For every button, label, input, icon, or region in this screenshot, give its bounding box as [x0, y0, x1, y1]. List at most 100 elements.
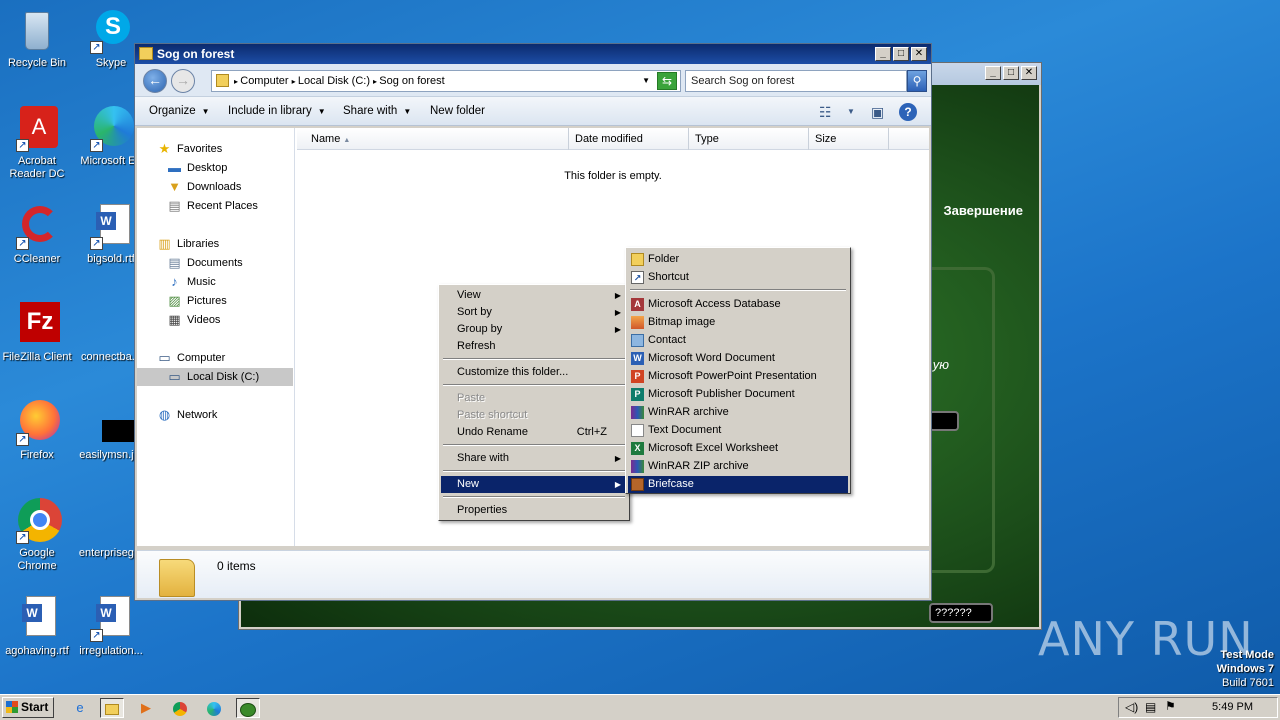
pictures-icon: ▨ — [168, 293, 181, 308]
submenu-arrow-icon: ▶ — [614, 454, 621, 463]
chevron-down-icon[interactable]: ▼ — [642, 71, 650, 91]
menu-refresh[interactable]: Refresh — [441, 338, 627, 355]
breadcrumb-current[interactable]: Sog on forest — [379, 75, 444, 87]
menu-share-with[interactable]: Share with ▶ — [441, 450, 627, 467]
close-icon[interactable]: ✕ — [911, 47, 927, 61]
new-word-document-item[interactable]: W Microsoft Word Document — [628, 350, 848, 367]
contact-icon — [631, 334, 644, 347]
column-name[interactable]: Name ▲ — [305, 128, 569, 150]
address-bar[interactable]: ▸ Computer ▸ Local Disk (C:) ▸ Sog on fo… — [211, 70, 681, 92]
new-folder-item[interactable]: Folder — [628, 251, 848, 268]
desktop-icon-filezilla[interactable]: Fz FileZilla Client — [0, 302, 74, 364]
address-bar-area: ← → ▸ Computer ▸ Local Disk (C:) ▸ Sog o… — [135, 64, 931, 96]
view-options-icon[interactable]: ☷ — [819, 104, 832, 121]
ccleaner-icon: ↗ — [14, 204, 60, 250]
new-briefcase-item[interactable]: Briefcase — [628, 476, 848, 493]
organize-button[interactable]: Organize ▼ — [149, 97, 210, 127]
nav-recent-places[interactable]: ▤ Recent Places — [167, 197, 258, 215]
recent-places-icon: ▤ — [168, 198, 181, 213]
breadcrumb-computer[interactable]: Computer — [240, 75, 288, 87]
menu-undo-rename[interactable]: Undo Rename Ctrl+Z — [441, 424, 627, 441]
nav-local-disk[interactable]: ▭ Local Disk (C:) — [137, 368, 293, 386]
chrome-icon[interactable] — [168, 698, 192, 718]
desktop-icon-irregulation[interactable]: W ↗ irregulation... — [74, 596, 148, 658]
new-folder-button[interactable]: New folder — [430, 97, 485, 127]
empty-folder-message: This folder is empty. — [564, 170, 662, 182]
nav-documents[interactable]: ▤ Documents — [167, 254, 242, 272]
new-bitmap-image-item[interactable]: Bitmap image — [628, 314, 848, 331]
network-tray-icon[interactable]: ▤ — [1145, 700, 1156, 714]
desktop-icon-firefox[interactable]: ↗ Firefox — [0, 400, 74, 462]
background-field[interactable] — [929, 411, 959, 431]
menu-new[interactable]: New ▶ — [441, 476, 627, 493]
item-count: 0 items — [217, 559, 256, 573]
menu-properties[interactable]: Properties — [441, 502, 627, 519]
new-publisher-item[interactable]: P Microsoft Publisher Document — [628, 386, 848, 403]
nav-videos[interactable]: ▦ Videos — [167, 311, 220, 329]
clock[interactable]: 5:49 PM — [1212, 701, 1253, 713]
nav-network[interactable]: ◍ Network — [157, 406, 218, 424]
close-icon[interactable]: ✕ — [1021, 66, 1037, 80]
background-field-2[interactable]: ?????? — [929, 603, 993, 623]
preview-pane-icon[interactable]: ▣ — [871, 104, 884, 121]
nav-favorites[interactable]: ★ Favorites — [157, 140, 223, 158]
new-winrar-zip-item[interactable]: WinRAR ZIP archive — [628, 458, 848, 475]
desktop-icon-chrome[interactable]: ↗ Google Chrome — [0, 498, 74, 573]
forward-button[interactable]: → — [171, 69, 195, 93]
nav-libraries[interactable]: ▥ Libraries — [157, 235, 219, 253]
search-icon[interactable]: ⚲ — [907, 70, 927, 92]
include-in-library-button[interactable]: Include in library ▼ — [228, 97, 326, 127]
new-shortcut-item[interactable]: ↗ Shortcut — [628, 269, 848, 286]
command-bar: Organize ▼ Include in library ▼ Share with… — [135, 96, 931, 126]
computer-icon: ▭ — [158, 350, 171, 365]
desktop-icon-agohaving[interactable]: W agohaving.rtf — [0, 596, 74, 658]
ie-icon[interactable]: e — [68, 698, 92, 718]
new-access-database-item[interactable]: A Microsoft Access Database — [628, 296, 848, 313]
refresh-icon[interactable]: ⇆ — [657, 72, 677, 90]
maximize-icon[interactable]: □ — [1003, 66, 1019, 80]
nav-music[interactable]: ♪ Music — [167, 273, 215, 291]
desktop-icon-acrobat[interactable]: A ↗ Acrobat Reader DC — [0, 106, 74, 181]
menu-customize-folder[interactable]: Customize this folder... — [441, 364, 627, 381]
folder-icon — [216, 74, 229, 87]
star-icon: ★ — [158, 141, 171, 156]
new-contact-item[interactable]: Contact — [628, 332, 848, 349]
share-with-button[interactable]: Share with ▼ — [343, 97, 411, 127]
new-powerpoint-item[interactable]: P Microsoft PowerPoint Presentation — [628, 368, 848, 385]
column-type[interactable]: Type — [689, 128, 809, 150]
new-excel-worksheet-item[interactable]: X Microsoft Excel Worksheet — [628, 440, 848, 457]
volume-icon[interactable]: ◁) — [1125, 700, 1138, 714]
minimize-icon[interactable]: _ — [985, 66, 1001, 80]
word-doc-icon: W — [14, 596, 60, 642]
media-player-icon[interactable]: ▶ — [134, 698, 158, 718]
background-app-taskbar-icon[interactable] — [236, 698, 260, 718]
new-winrar-archive-item[interactable]: WinRAR archive — [628, 404, 848, 421]
desktop-icon-recycle-bin[interactable]: Recycle Bin — [0, 8, 74, 70]
edge-icon[interactable] — [202, 698, 226, 718]
word-doc-icon: W ↗ — [88, 596, 134, 642]
new-submenu: Folder ↗ Shortcut A Microsoft Access Datab… — [625, 247, 851, 494]
nav-computer[interactable]: ▭ Computer — [157, 349, 225, 367]
nav-downloads[interactable]: ▼ Downloads — [167, 178, 241, 196]
menu-group-by[interactable]: Group by ▶ — [441, 321, 627, 338]
column-size[interactable]: Size — [809, 128, 889, 150]
minimize-icon[interactable]: _ — [875, 47, 891, 61]
search-input[interactable]: Search Sog on forest — [685, 70, 907, 92]
desktop-icon-ccleaner[interactable]: ↗ CCleaner — [0, 204, 74, 266]
chevron-down-icon[interactable]: ▼ — [847, 107, 855, 116]
menu-view[interactable]: View ▶ — [441, 287, 627, 304]
action-center-flag-icon[interactable]: ⚑ — [1165, 699, 1176, 713]
column-headers: Name ▲ Date modified Type Size — [297, 128, 929, 150]
explorer-taskbar-icon[interactable] — [100, 698, 124, 718]
start-button[interactable]: Start — [2, 697, 54, 718]
new-text-document-item[interactable]: Text Document — [628, 422, 848, 439]
column-date-modified[interactable]: Date modified — [569, 128, 689, 150]
menu-sort-by[interactable]: Sort by ▶ — [441, 304, 627, 321]
nav-pictures[interactable]: ▨ Pictures — [167, 292, 226, 310]
explorer-titlebar[interactable]: Sog on forest _ □ ✕ — [135, 44, 931, 64]
nav-desktop[interactable]: ▬ Desktop — [167, 159, 227, 177]
help-icon[interactable]: ? — [899, 103, 917, 121]
back-button[interactable]: ← — [143, 69, 167, 93]
maximize-icon[interactable]: □ — [893, 47, 909, 61]
breadcrumb-local-disk[interactable]: Local Disk (C:) — [298, 75, 370, 87]
